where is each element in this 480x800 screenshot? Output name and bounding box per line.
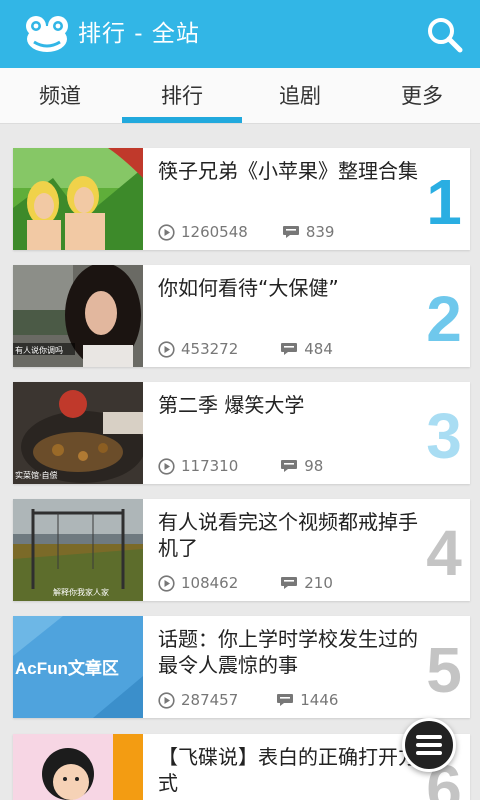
rank-number: 2	[426, 283, 462, 355]
video-title[interactable]: 【飞碟说】表白的正确打开方式	[158, 744, 418, 796]
video-thumbnail[interactable]: 实菜馆·自偿	[13, 382, 143, 484]
play-circle-icon	[158, 340, 175, 358]
floating-menu-button[interactable]	[402, 718, 456, 772]
comment-count: 1446	[300, 691, 339, 709]
list-item[interactable]: AcFun文章区 话题：你上学时学校发生过的最令人震惊的事 287457 144…	[13, 616, 470, 718]
play-count: 1260548	[181, 223, 248, 241]
video-title[interactable]: 筷子兄弟《小苹果》整理合集	[158, 158, 418, 184]
comment-icon	[281, 577, 298, 589]
comment-icon	[281, 343, 298, 355]
comment-icon	[282, 226, 299, 238]
comment-count: 210	[304, 574, 333, 592]
search-icon[interactable]	[426, 16, 464, 54]
frog-logo-icon[interactable]	[24, 14, 70, 54]
video-title[interactable]: 第二季 爆笑大学	[158, 392, 418, 418]
list-item[interactable]: 有人说你调吗 你如何看待“大保健” 453272 484 2	[13, 265, 470, 367]
video-thumbnail[interactable]	[13, 148, 143, 250]
play-count: 453272	[181, 340, 239, 358]
rank-number: 1	[426, 166, 462, 238]
list-item[interactable]: 实菜馆·自偿 第二季 爆笑大学 117310 98 3	[13, 382, 470, 484]
video-thumbnail[interactable]	[13, 734, 143, 800]
video-stats: 108462 210	[158, 571, 333, 595]
video-title[interactable]: 你如何看待“大保健”	[158, 275, 418, 301]
play-circle-icon	[158, 457, 175, 475]
thumbnail-caption: 解释你我家人家	[53, 587, 109, 597]
play-count: 108462	[181, 574, 239, 592]
video-thumbnail[interactable]: AcFun文章区	[13, 616, 143, 718]
comment-count: 839	[305, 223, 335, 241]
thumbnail-caption: AcFun文章区	[15, 658, 119, 678]
tab-series[interactable]: 追剧	[240, 68, 360, 124]
video-thumbnail[interactable]: 解释你我家人家	[13, 499, 143, 601]
video-stats: 453272 484	[158, 337, 333, 361]
tab-more[interactable]: 更多	[362, 68, 480, 124]
video-stats: 287457 1446	[158, 688, 338, 712]
play-circle-icon	[158, 574, 175, 592]
comment-icon	[277, 694, 294, 706]
thumbnail-caption: 实菜馆·自偿	[15, 470, 58, 480]
comment-count: 484	[304, 340, 333, 358]
play-circle-icon	[158, 691, 175, 709]
video-thumbnail[interactable]: 有人说你调吗	[13, 265, 143, 367]
video-stats: 117310 98	[158, 454, 323, 478]
play-count: 117310	[181, 457, 239, 475]
list-item[interactable]: 筷子兄弟《小苹果》整理合集 1260548 839 1	[13, 148, 470, 250]
video-title[interactable]: 话题：你上学时学校发生过的最令人震惊的事	[158, 626, 418, 678]
app-header: 排行 - 全站	[0, 0, 480, 68]
play-circle-icon	[158, 223, 175, 241]
thumbnail-caption: 有人说你调吗	[15, 345, 63, 355]
rank-number: 3	[426, 400, 462, 472]
menu-icon	[416, 735, 442, 755]
video-title[interactable]: 有人说看完这个视频都戒掉手机了	[158, 509, 418, 561]
tab-ranking[interactable]: 排行	[122, 68, 242, 124]
ranking-list[interactable]: 筷子兄弟《小苹果》整理合集 1260548 839 1 有人说你调吗 你如何看待…	[0, 124, 480, 800]
comment-icon	[281, 460, 298, 472]
active-tab-indicator	[122, 117, 242, 123]
rank-number: 5	[426, 634, 462, 706]
list-item[interactable]: 解释你我家人家 有人说看完这个视频都戒掉手机了 108462 210 4	[13, 499, 470, 601]
tab-bar: 频道 排行 追剧 更多	[0, 68, 480, 124]
tab-channels[interactable]: 频道	[0, 68, 120, 124]
play-count: 287457	[181, 691, 239, 709]
comment-count: 98	[304, 457, 324, 475]
video-stats: 1260548 839	[158, 220, 334, 244]
rank-number: 4	[426, 517, 462, 589]
page-title: 排行 - 全站	[78, 21, 200, 47]
